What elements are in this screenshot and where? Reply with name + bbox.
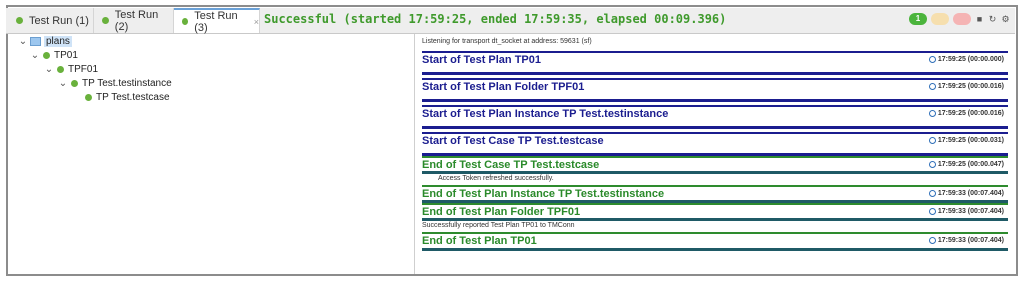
panel-divider[interactable] <box>414 34 415 274</box>
clock-icon <box>928 161 936 168</box>
log-entry-time: 17:59:25 (00:00.047) <box>928 161 1004 168</box>
tab-test-run-3[interactable]: Test Run (3) × <box>174 8 260 34</box>
log-entry-title: End of Test Plan Folder TPF01 <box>422 206 581 218</box>
settings-icon[interactable]: ⚙ <box>1001 14 1010 24</box>
clock-icon <box>928 137 936 144</box>
status-dot-icon <box>182 18 189 25</box>
entry-bottom-rule <box>422 171 1008 174</box>
log-entry-time: 17:59:33 (00:07.404) <box>928 190 1004 197</box>
log-entry-title: End of Test Case TP Test.testcase <box>422 159 600 171</box>
log-entry-time: 17:59:33 (00:07.404) <box>928 237 1004 244</box>
tab-label: Test Run (2) <box>114 8 159 33</box>
result-indicators: 1 ■ ↻ ⚙ <box>909 13 1010 25</box>
tree-item-label: TP01 <box>54 50 78 61</box>
entry-bottom-rule <box>422 218 1008 221</box>
chevron-down-icon[interactable]: ⌄ <box>58 78 68 89</box>
chevron-down-icon[interactable]: ⌄ <box>18 36 28 47</box>
log-entry-time: 17:59:25 (00:00.016) <box>928 83 1004 90</box>
tree-item-label: plans <box>44 36 72 47</box>
clock-icon <box>928 56 936 63</box>
clock-icon <box>928 208 936 215</box>
log-entry-title: End of Test Plan Instance TP Test.testin… <box>422 188 665 200</box>
tree-item-testinstance[interactable]: ⌄ TP Test.testinstance <box>58 77 172 90</box>
entry-bottom-rule <box>422 99 1008 102</box>
time-text: 17:59:33 (00:07.404) <box>937 208 1004 215</box>
run-status: Successful (started 17:59:25, ended 17:5… <box>264 12 727 26</box>
entry-top-rule <box>422 105 1008 107</box>
time-text: 17:59:33 (00:07.404) <box>937 190 1004 197</box>
tree-item-label: TP Test.testcase <box>96 92 170 103</box>
status-dot-icon <box>102 17 109 24</box>
tree-item-plans[interactable]: ⌄ plans <box>18 35 72 48</box>
tree-item-tp01[interactable]: ⌄ TP01 <box>30 49 78 62</box>
entry-top-rule <box>422 78 1008 80</box>
status-dot-icon <box>71 80 78 87</box>
log-entry-time: 17:59:25 (00:00.031) <box>928 137 1004 144</box>
log-entry-title: Start of Test Plan Instance TP Test.test… <box>422 108 669 120</box>
time-text: 17:59:25 (00:00.047) <box>937 161 1004 168</box>
entry-bottom-rule <box>422 126 1008 129</box>
log-entry-title: End of Test Plan TP01 <box>422 235 537 247</box>
entry-bottom-rule <box>422 248 1008 251</box>
close-icon[interactable]: × <box>254 17 259 27</box>
entry-top-rule <box>422 132 1008 134</box>
listening-message: Listening for transport dt_socket at add… <box>422 38 592 45</box>
time-text: 17:59:25 (00:00.031) <box>937 137 1004 144</box>
time-text: 17:59:25 (00:00.000) <box>937 56 1004 63</box>
clock-icon <box>928 110 936 117</box>
status-dot-icon <box>16 17 23 24</box>
status-dot-icon <box>43 52 50 59</box>
entry-top-rule <box>422 203 1008 205</box>
chevron-down-icon[interactable]: ⌄ <box>44 64 54 75</box>
log-entry-title: Start of Test Plan TP01 <box>422 54 541 66</box>
tab-label: Test Run (3) <box>194 9 238 34</box>
entry-bottom-rule <box>422 72 1008 75</box>
entry-top-rule <box>422 51 1008 53</box>
passed-count-badge[interactable]: 1 <box>909 13 927 25</box>
log-entry-time: 17:59:25 (00:00.000) <box>928 56 1004 63</box>
tree-item-tpf01[interactable]: ⌄ TPF01 <box>44 63 98 76</box>
status-dot-icon <box>57 66 64 73</box>
time-text: 17:59:25 (00:00.016) <box>937 83 1004 90</box>
tab-test-run-2[interactable]: Test Run (2) <box>94 8 174 33</box>
entry-top-rule <box>422 185 1008 187</box>
tree-item-testcase[interactable]: TP Test.testcase <box>82 91 170 104</box>
tree-item-label: TP Test.testinstance <box>82 78 172 89</box>
tab-test-run-1[interactable]: Test Run (1) <box>8 8 94 33</box>
log-entry-time: 17:59:25 (00:00.016) <box>928 110 1004 117</box>
log-entry-title: Start of Test Plan Folder TPF01 <box>422 81 585 93</box>
folder-icon <box>30 37 41 46</box>
time-text: 17:59:25 (00:00.016) <box>937 110 1004 117</box>
test-tree-panel: ⌄ plans ⌄ TP01 ⌄ TPF01 ⌄ TP Test.testins… <box>8 34 413 274</box>
clock-icon <box>928 237 936 244</box>
log-panel: Listening for transport dt_socket at add… <box>416 34 1016 274</box>
failure-count-badge[interactable] <box>953 13 971 25</box>
time-text: 17:59:33 (00:07.404) <box>937 237 1004 244</box>
entry-top-rule <box>422 156 1008 158</box>
log-note: Access Token refreshed successfully. <box>438 175 554 182</box>
stop-icon[interactable]: ■ <box>975 14 984 24</box>
status-dot-icon <box>85 94 92 101</box>
entry-top-rule <box>422 232 1008 234</box>
tab-label: Test Run (1) <box>29 14 89 27</box>
tree-item-label: TPF01 <box>68 64 99 75</box>
log-entry-time: 17:59:33 (00:07.404) <box>928 208 1004 215</box>
chevron-down-icon[interactable]: ⌄ <box>30 50 40 61</box>
warning-count-badge[interactable] <box>931 13 949 25</box>
log-note: Successfully reported Test Plan TP01 to … <box>422 222 575 229</box>
clock-icon <box>928 83 936 90</box>
refresh-icon[interactable]: ↻ <box>988 14 997 24</box>
clock-icon <box>928 190 936 197</box>
log-entry-title: Start of Test Case TP Test.testcase <box>422 135 604 147</box>
